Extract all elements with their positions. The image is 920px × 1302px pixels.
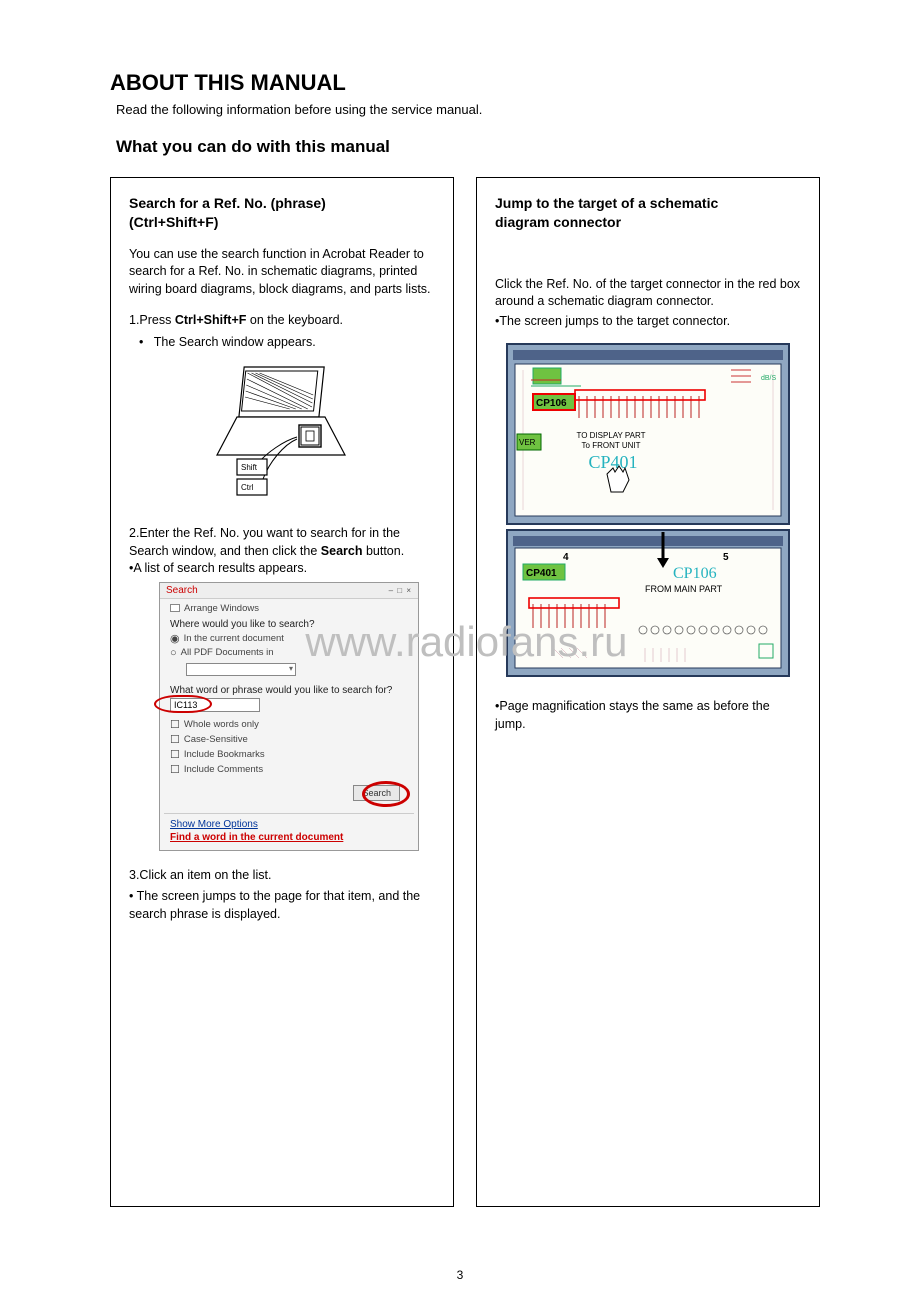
step1-suffix: on the keyboard. [246,313,343,327]
step1-prefix: 1.Press [129,313,175,327]
radio-selected-icon: ◉ [170,632,180,645]
folder-dropdown: ▾ [186,663,296,676]
right-heading-line1: Jump to the target of a schematic [495,195,718,211]
from-main-label: FROM MAIN PART [645,584,723,594]
right-para1: Click the Ref. No. of the target connect… [495,276,801,311]
step2-b: Search [321,544,363,558]
left-heading-line1: Search for a Ref. No. (phrase) [129,195,326,211]
step2: 2.Enter the Ref. No. you want to search … [129,525,435,560]
step1: 1.Press Ctrl+Shift+F on the keyboard. [129,312,435,330]
cb2-label: Case-Sensitive [184,734,248,745]
search-phrase-input[interactable] [170,698,260,712]
left-panel-heading: Search for a Ref. No. (phrase) (Ctrl+Shi… [129,194,435,232]
ver-label: VER [519,438,536,447]
laptop-key-shift: Shift [241,463,258,472]
checkbox-icon: ☐ [170,763,180,776]
step1-bullet: • The Search window appears. [139,334,435,352]
axis-4: 4 [563,552,569,563]
search-input-row [160,697,418,713]
search-button[interactable]: Search [353,785,400,801]
page-title: ABOUT THIS MANUAL [110,70,820,96]
right-bullet1: •The screen jumps to the target connecto… [495,313,801,331]
checkbox-icon: ☐ [170,733,180,746]
schematic-svg: CP106 dB/S [503,340,793,680]
to-display-label: TO DISPLAY PART [576,431,645,440]
laptop-illustration: Shift Ctrl [129,359,435,509]
where-label: Where would you like to search? [160,615,418,631]
section-heading: What you can do with this manual [116,137,820,157]
bullet-icon: • [139,335,154,349]
search-button-row: Search [160,777,418,807]
cb1-label: Whole words only [184,719,259,730]
arrange-windows-label: Arrange Windows [184,603,259,614]
arrange-windows-row: Arrange Windows [160,599,418,615]
left-heading-line2: (Ctrl+Shift+F) [129,214,218,230]
left-para1: You can use the search function in Acrob… [129,246,435,299]
page-number: 3 [457,1268,464,1282]
cb-comments: ☐ Include Comments [160,762,418,777]
right-panel-heading: Jump to the target of a schematic diagra… [495,194,801,232]
right-bullet2: •Page magnification stays the same as be… [495,698,801,733]
radio-current-label: In the current document [184,633,284,644]
left-panel: Search for a Ref. No. (phrase) (Ctrl+Shi… [110,177,454,1207]
search-dialog-titlebar: Search – □ × [160,583,418,599]
right-heading-line2: diagram connector [495,214,621,230]
laptop-key-ctrl: Ctrl [241,483,254,492]
two-column-layout: Search for a Ref. No. (phrase) (Ctrl+Shi… [110,177,820,1207]
find-word-link[interactable]: Find a word in the current document [160,831,418,844]
cb3-label: Include Bookmarks [184,749,265,760]
step1-shortcut: Ctrl+Shift+F [175,313,247,327]
laptop-svg: Shift Ctrl [197,359,367,509]
right-panel: Jump to the target of a schematic diagra… [476,177,820,1207]
schematic-illustration: CP106 dB/S [495,340,801,680]
radio-current-row: ◉ In the current document [160,631,418,646]
cb-whole-words: ☐ Whole words only [160,717,418,732]
intro-text: Read the following information before us… [116,102,820,117]
step1-bullet-text: The Search window appears. [154,335,316,349]
cp106-cyan-label: CP106 [673,565,717,582]
cp401-green-label: CP401 [526,568,557,579]
step3-bullet: • The screen jumps to the page for that … [129,888,435,923]
to-front-label: To FRONT UNIT [582,441,641,450]
axis-5: 5 [723,552,729,563]
divider [164,813,414,814]
search-dialog-title: Search [166,585,198,596]
radio-unselected-icon: ○ [170,647,177,659]
search-dialog: Search – □ × Arrange Windows Where would… [159,582,419,851]
svg-text:dB/S: dB/S [761,375,777,382]
checkbox-icon: ☐ [170,748,180,761]
window-icon [170,604,180,612]
radio-all-row: ○ All PDF Documents in [160,646,418,660]
what-label: What word or phrase would you like to se… [160,677,418,697]
step2-c: button. [362,544,404,558]
cb4-label: Include Comments [184,764,263,775]
step3: 3.Click an item on the list. [129,867,435,885]
window-controls-icon: – □ × [389,586,412,595]
show-more-options-link[interactable]: Show More Options [160,818,418,831]
checkbox-icon: ☐ [170,718,180,731]
cb-case: ☐ Case-Sensitive [160,732,418,747]
dropdown-row: ▾ [160,660,418,677]
radio-all-label: All PDF Documents in [181,647,274,658]
step2-bullet: •A list of search results appears. [129,560,435,578]
search-window-illustration: Search – □ × Arrange Windows Where would… [159,582,435,851]
cp106-label: CP106 [536,398,567,409]
cb-bookmarks: ☐ Include Bookmarks [160,747,418,762]
